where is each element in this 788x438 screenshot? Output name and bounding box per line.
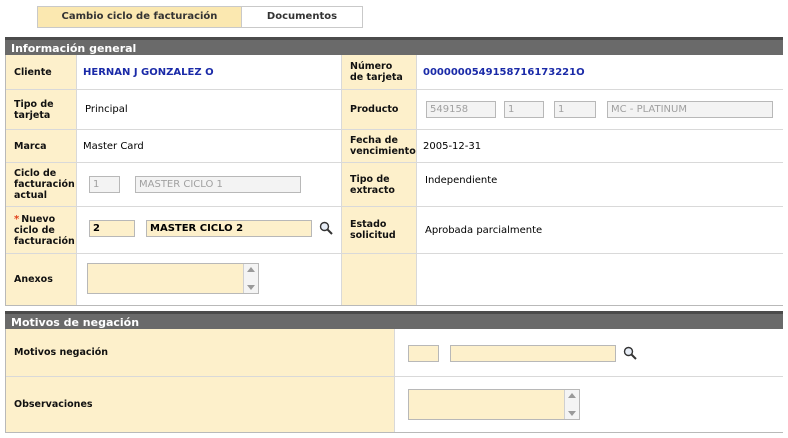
anexos-textarea[interactable]: [87, 263, 259, 294]
producto-name-input[interactable]: MC - PLATINUM: [607, 101, 773, 118]
numero-tarjeta-label: Número de tarjeta: [342, 55, 417, 90]
observaciones-textarea[interactable]: [408, 389, 580, 420]
scroll-down-icon[interactable]: [568, 411, 576, 416]
tipo-extracto-label: Tipo de extracto: [342, 163, 417, 207]
scroll-up-icon[interactable]: [247, 267, 255, 272]
tipo-tarjeta-value: Principal: [77, 90, 342, 130]
scroll-up-icon[interactable]: [568, 393, 576, 398]
marca-value: Master Card: [77, 130, 342, 163]
estado-solicitud-value: Aprobada parcialmente: [417, 207, 783, 254]
search-icon[interactable]: [319, 221, 333, 235]
producto-field-2[interactable]: 1: [554, 101, 596, 118]
anexos-cell: [77, 254, 342, 305]
estado-solicitud-label: Estado solicitud: [342, 207, 417, 254]
ciclo-actual-code-input[interactable]: 1: [89, 176, 120, 193]
nuevo-ciclo-code-input[interactable]: 2: [89, 220, 135, 237]
anexos-label: Anexos: [6, 254, 77, 305]
informacion-general-panel: Cliente HERNAN J GONZALEZ O Número de ta…: [5, 55, 783, 306]
empty-label-cell: [342, 254, 417, 305]
empty-value-cell: [417, 254, 783, 305]
ciclo-actual-cell: 1 MASTER CICLO 1: [77, 163, 342, 207]
tab-documentos[interactable]: Documentos: [242, 7, 362, 27]
motivos-negacion-panel: Motivos negación Observaciones: [5, 329, 783, 433]
nuevo-ciclo-cell: 2 MASTER CICLO 2: [77, 207, 342, 254]
numero-tarjeta-value: 0000000549158716173221O: [417, 55, 783, 90]
scroll-down-icon[interactable]: [247, 285, 255, 290]
cliente-label: Cliente: [6, 55, 77, 90]
producto-code-input[interactable]: 549158: [426, 101, 496, 118]
required-asterisk: *: [14, 213, 20, 225]
tipo-extracto-value: Independiente: [417, 163, 783, 207]
motivos-negacion-cell: [395, 329, 783, 377]
nuevo-ciclo-name-input[interactable]: MASTER CICLO 2: [146, 220, 312, 237]
motivo-name-input[interactable]: [450, 345, 616, 362]
observaciones-cell: [395, 377, 783, 432]
anexos-scrollbar[interactable]: [243, 264, 258, 293]
nuevo-ciclo-label: Nuevo ciclo de facturación: [14, 213, 75, 247]
tab-cambio-ciclo[interactable]: Cambio ciclo de facturación: [38, 7, 242, 27]
section-header-informacion-general: Información general: [5, 37, 783, 55]
producto-cell: 549158 1 1 MC - PLATINUM: [417, 90, 783, 130]
tab-bar: Cambio ciclo de facturación Documentos: [37, 6, 363, 28]
ciclo-actual-label: Ciclo de facturación actual: [6, 163, 77, 207]
motivos-negacion-label: Motivos negación: [6, 329, 395, 377]
cliente-value: HERNAN J GONZALEZ O: [77, 55, 342, 90]
search-icon[interactable]: [623, 346, 637, 360]
section-header-motivos-negacion: Motivos de negación: [5, 311, 783, 329]
producto-label: Producto: [342, 90, 417, 130]
observaciones-label: Observaciones: [6, 377, 395, 432]
nuevo-ciclo-label-cell: * Nuevo ciclo de facturación: [6, 207, 77, 254]
fecha-vencimiento-value: 2005-12-31: [417, 130, 783, 163]
fecha-vencimiento-label: Fecha de vencimiento: [342, 130, 417, 163]
producto-field-1[interactable]: 1: [504, 101, 544, 118]
tipo-tarjeta-label: Tipo de tarjeta: [6, 90, 77, 130]
ciclo-actual-name-input[interactable]: MASTER CICLO 1: [135, 176, 301, 193]
motivo-code-input[interactable]: [408, 345, 439, 362]
observaciones-scrollbar[interactable]: [564, 390, 579, 419]
marca-label: Marca: [6, 130, 77, 163]
